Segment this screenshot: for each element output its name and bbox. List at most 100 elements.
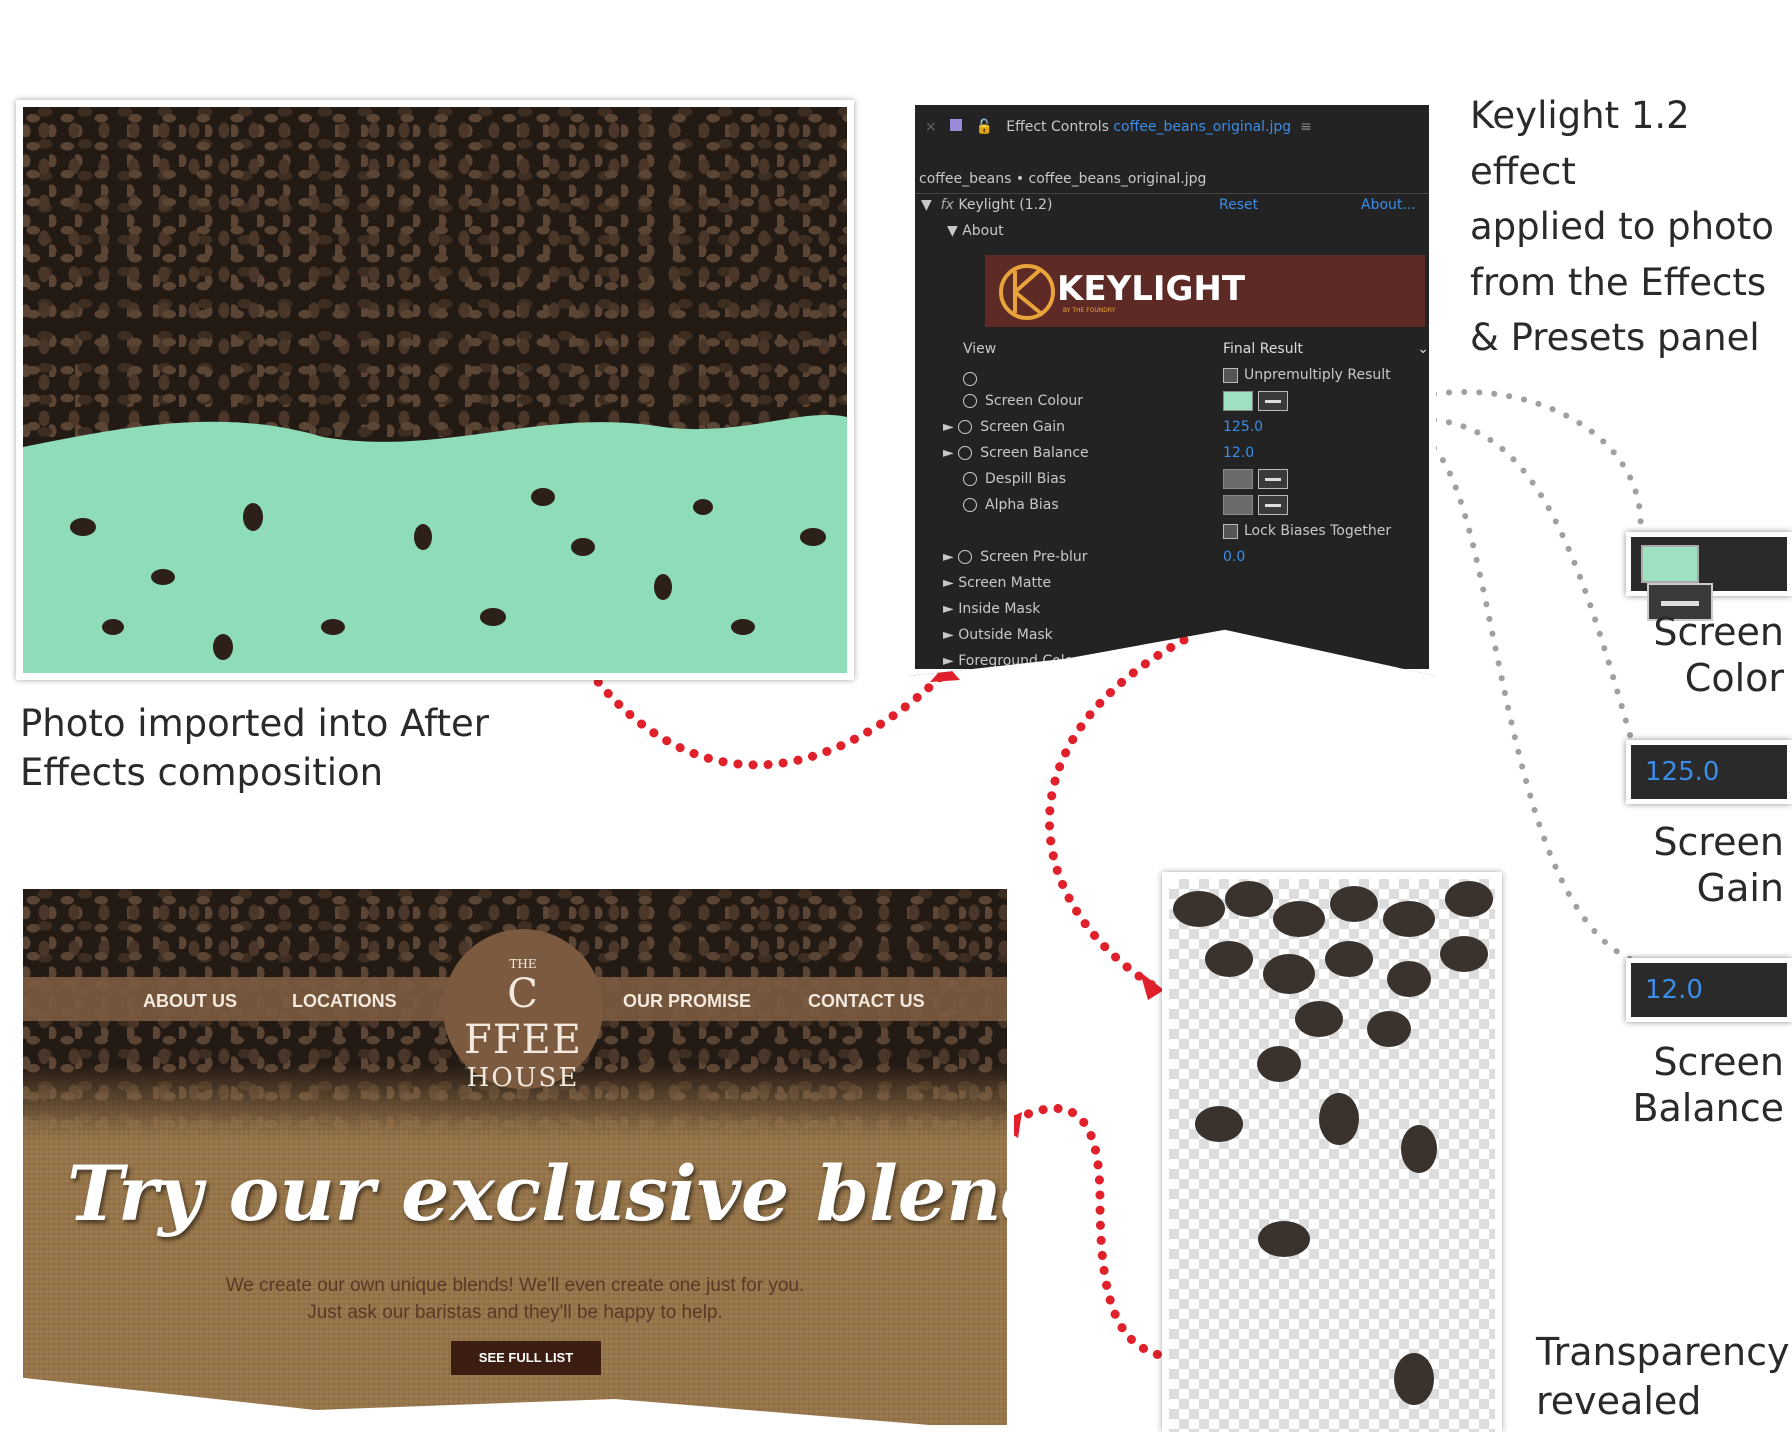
- eyedropper-icon[interactable]: [1257, 495, 1288, 515]
- screen-balance-label: Screen Balance: [980, 445, 1089, 461]
- caption-line: Effects composition: [20, 750, 384, 794]
- effect-header[interactable]: ▼ fx Keylight (1.2) Reset About...: [921, 197, 1421, 213]
- close-icon[interactable]: ×: [925, 119, 937, 135]
- chevron-down-icon[interactable]: ⌄: [1417, 341, 1429, 357]
- stopwatch-icon[interactable]: [958, 550, 973, 564]
- caption-line: Photo imported into After: [20, 702, 489, 745]
- outside-mask-label: Outside Mask: [958, 627, 1053, 643]
- see-full-list-button[interactable]: SEE FULL LIST: [451, 1341, 601, 1375]
- caption-screen-color: Screen Color: [1620, 610, 1784, 701]
- caption-line: Screen: [1653, 610, 1784, 654]
- lock-icon[interactable]: 🔓: [975, 119, 992, 135]
- original-photo: [16, 100, 854, 680]
- panel-title: Effect Controls: [1006, 119, 1109, 135]
- screen-balance-row[interactable]: ► Screen Balance: [943, 445, 1089, 461]
- effect-name: Keylight (1.2): [958, 197, 1053, 213]
- stopwatch-icon[interactable]: [963, 394, 977, 408]
- screen-balance-callout: 12.0: [1626, 958, 1792, 1022]
- view-select-value: Final Result: [1223, 341, 1303, 357]
- nav-left: ABOUT US LOCATIONS: [143, 991, 397, 1012]
- caption-line: Keylight 1.2 effect: [1470, 94, 1690, 193]
- screen-preblur-value[interactable]: 0.0: [1223, 549, 1245, 565]
- checkbox-icon[interactable]: [1223, 523, 1238, 539]
- keylight-logo: KEYLIGHT BY THE FOUNDRY: [985, 255, 1425, 327]
- lock-biases-checkbox[interactable]: Lock Biases Together: [1223, 523, 1391, 539]
- keylight-logo-icon: [999, 264, 1055, 320]
- alpha-swatch[interactable]: [1223, 495, 1253, 515]
- stopwatch-icon[interactable]: [958, 446, 973, 460]
- stopwatch-icon[interactable]: [963, 369, 985, 387]
- site-logo[interactable]: THE C FFEE HOUSE: [443, 929, 603, 1093]
- caption-line: applied to photo: [1470, 205, 1774, 248]
- caption-line: Transparency: [1536, 1330, 1790, 1374]
- outside-mask-group[interactable]: ► Outside Mask: [943, 627, 1053, 643]
- website-mockup: ABOUT US LOCATIONS OUR PROMISE CONTACT U…: [16, 882, 1014, 1432]
- screen-gain-zoom-value: 125.0: [1645, 757, 1720, 787]
- nav-right: OUR PROMISE CONTACT US: [623, 991, 925, 1012]
- about-group[interactable]: ▼ About: [947, 223, 1004, 239]
- keyed-beans: [1173, 881, 1493, 1405]
- screen-preblur-row[interactable]: ► Screen Pre-blur: [943, 549, 1088, 565]
- panel-tab[interactable]: × 🔓 Effect Controls coffee_beans_origina…: [925, 119, 1312, 135]
- caption-screen-balance: Screen Balance: [1620, 1040, 1784, 1131]
- stopwatch-icon[interactable]: [963, 472, 977, 486]
- caption-screen-gain: Screen Gain: [1620, 820, 1784, 911]
- nav-link-contact[interactable]: CONTACT US: [808, 991, 925, 1011]
- screen-gain-value[interactable]: 125.0: [1223, 419, 1263, 435]
- screen-matte-group[interactable]: ► Screen Matte: [943, 575, 1051, 591]
- nav-link-about[interactable]: ABOUT US: [143, 991, 237, 1011]
- about-link[interactable]: About...: [1361, 197, 1416, 213]
- menu-icon[interactable]: ≡: [1296, 119, 1312, 135]
- connector-screen-gain: [1431, 417, 1635, 745]
- alpha-bias-row[interactable]: Alpha Bias: [963, 497, 1059, 513]
- screen-gain-row[interactable]: ► Screen Gain: [943, 419, 1065, 435]
- body-line: Just ask our baristas and they'll be hap…: [307, 1301, 723, 1323]
- despill-bias-row[interactable]: Despill Bias: [963, 471, 1066, 487]
- screen-matte-label: Screen Matte: [958, 575, 1052, 591]
- caption-line: Screen: [1653, 820, 1784, 864]
- caption-line: from the Effects: [1470, 260, 1767, 304]
- connector-transparency-to-website: [1001, 1104, 1177, 1363]
- eyedropper-icon[interactable]: [1257, 469, 1288, 489]
- stage: Photo imported into After Effects compos…: [0, 0, 1792, 1432]
- screen-gain-label: Screen Gain: [980, 419, 1065, 435]
- checkerboard-transparency: [1169, 879, 1495, 1432]
- caption-line: Color: [1684, 655, 1784, 700]
- view-label: View: [963, 341, 997, 357]
- layer-path: coffee_beans • coffee_beans_original.jpg: [919, 171, 1207, 187]
- expand-triangle-icon[interactable]: ▼: [921, 197, 932, 213]
- caption-keylight-applied: Keylight 1.2 effect applied to photo fro…: [1470, 88, 1792, 366]
- unpremultiply-checkbox[interactable]: Unpremultiply Result: [1223, 367, 1391, 383]
- file-link[interactable]: coffee_beans_original.jpg: [1113, 119, 1291, 135]
- screen-gain-callout: 125.0: [1626, 740, 1792, 804]
- screen-color-swatch-zoom: [1641, 545, 1699, 583]
- nav-link-promise[interactable]: OUR PROMISE: [623, 991, 751, 1011]
- website-page: ABOUT US LOCATIONS OUR PROMISE CONTACT U…: [23, 889, 1007, 1425]
- about-group-label: About: [962, 223, 1004, 239]
- eyedropper-icon[interactable]: [1257, 391, 1288, 411]
- reset-link[interactable]: Reset: [1219, 197, 1258, 213]
- inside-mask-group[interactable]: ► Inside Mask: [943, 601, 1040, 617]
- nav-link-locations[interactable]: LOCATIONS: [292, 991, 397, 1011]
- screen-colour-label: Screen Colour: [985, 393, 1084, 409]
- panel-color-icon: [950, 119, 963, 131]
- screen-balance-value[interactable]: 12.0: [1223, 445, 1254, 461]
- headline: Try our exclusive blends: [67, 1149, 1007, 1238]
- caption-line: Screen: [1653, 1040, 1784, 1084]
- caption-line: Gain: [1696, 865, 1784, 910]
- screen-balance-zoom-value: 12.0: [1645, 975, 1703, 1005]
- stopwatch-icon[interactable]: [958, 420, 973, 434]
- caption-line: Balance: [1632, 1085, 1784, 1130]
- screen-colour-row[interactable]: Screen Colour: [963, 393, 1083, 409]
- effect-controls-panel: × 🔓 Effect Controls coffee_beans_origina…: [908, 98, 1436, 676]
- despill-swatch[interactable]: [1223, 469, 1253, 489]
- screen-colour-swatch[interactable]: [1223, 391, 1253, 411]
- view-select[interactable]: Final Result ⌄: [1223, 341, 1433, 357]
- caption-line: revealed from: [1536, 1379, 1702, 1432]
- caption-photo-imported: Photo imported into After Effects compos…: [20, 700, 489, 798]
- checkbox-icon[interactable]: [1223, 367, 1238, 383]
- caption-line: & Presets panel: [1470, 316, 1760, 359]
- unpremultiply-label: Unpremultiply Result: [1244, 367, 1391, 383]
- fx-icon[interactable]: fx: [936, 197, 954, 213]
- stopwatch-icon[interactable]: [963, 498, 977, 512]
